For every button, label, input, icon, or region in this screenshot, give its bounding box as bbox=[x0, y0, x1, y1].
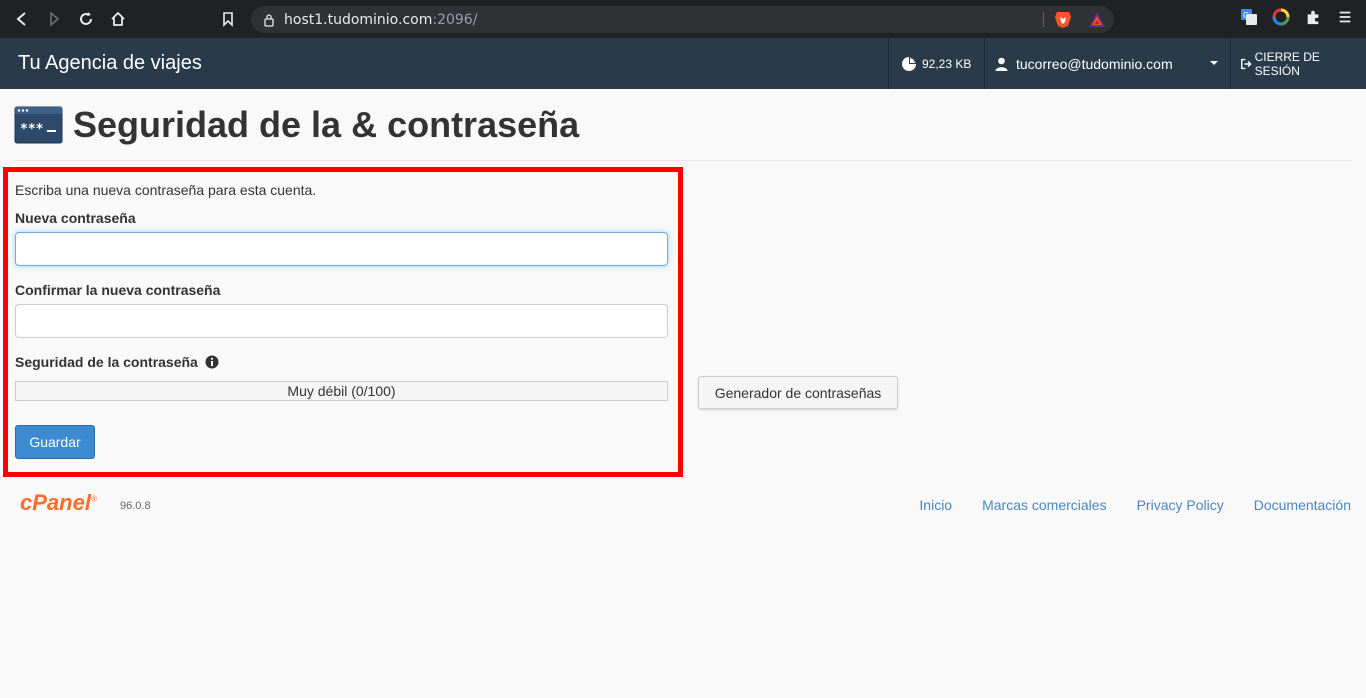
page-header: *** Seguridad de la & contraseña bbox=[14, 104, 579, 146]
password-strength-label: Seguridad de la contraseña bbox=[15, 354, 198, 370]
disk-usage-indicator[interactable]: 92,23 KB bbox=[888, 38, 984, 89]
disk-usage-value: 92,23 KB bbox=[922, 56, 972, 71]
password-generator-button[interactable]: Generador de contraseñas bbox=[698, 376, 898, 409]
confirm-password-input[interactable] bbox=[15, 304, 668, 338]
brave-rewards-icon[interactable] bbox=[1088, 11, 1106, 28]
version-number: 96.0.8 bbox=[120, 500, 151, 512]
reload-icon[interactable] bbox=[70, 0, 102, 38]
logout-button[interactable]: CIERRE DE SESIÓN bbox=[1230, 38, 1366, 89]
cpanel-logo[interactable]: cPanel® bbox=[20, 490, 97, 516]
password-icon: *** bbox=[14, 106, 63, 144]
user-icon bbox=[995, 57, 1008, 71]
cpanel-topbar: Tu Agencia de viajes 92,23 KB tucorreo@t… bbox=[0, 38, 1366, 89]
color-picker-icon[interactable] bbox=[1272, 8, 1290, 26]
footer-link-privacy-policy[interactable]: Privacy Policy bbox=[1137, 497, 1224, 513]
logout-label: CIERRE DE SESIÓN bbox=[1254, 49, 1320, 78]
password-strength-meter: Muy débil (0/100) bbox=[15, 381, 668, 401]
info-icon[interactable] bbox=[205, 355, 219, 369]
browser-toolbar: host1.tudominio.com:2096/ G bbox=[0, 0, 1366, 38]
url-port: :2096/ bbox=[432, 11, 478, 28]
password-strength-heading: Seguridad de la contraseña bbox=[15, 354, 219, 370]
confirm-password-label: Confirmar la nueva contraseña bbox=[15, 282, 221, 298]
svg-text:***: *** bbox=[20, 122, 44, 137]
url-divider bbox=[1043, 12, 1044, 27]
cpanel-logo-text: cPanel bbox=[20, 490, 91, 515]
url-host: host1.tudominio.com bbox=[284, 11, 433, 28]
address-bar[interactable]: host1.tudominio.com:2096/ bbox=[251, 6, 1114, 33]
extensions-icon[interactable] bbox=[1304, 8, 1322, 26]
user-menu[interactable]: tucorreo@tudominio.com bbox=[984, 38, 1230, 89]
new-password-label: Nueva contraseña bbox=[15, 210, 136, 226]
pie-chart-icon bbox=[902, 56, 916, 71]
user-email: tucorreo@tudominio.com bbox=[1016, 55, 1173, 72]
bookmark-icon[interactable] bbox=[212, 0, 244, 38]
brave-shield-icon[interactable] bbox=[1054, 10, 1072, 29]
chevron-down-icon bbox=[1210, 61, 1218, 65]
page-title: Seguridad de la & contraseña bbox=[73, 104, 580, 145]
footer-link-inicio[interactable]: Inicio bbox=[919, 497, 952, 513]
password-strength-text: Muy débil (0/100) bbox=[287, 383, 396, 399]
back-icon[interactable] bbox=[6, 0, 38, 38]
form-intro-text: Escriba una nueva contraseña para esta c… bbox=[15, 182, 317, 198]
new-password-input[interactable] bbox=[15, 232, 668, 266]
forward-icon[interactable] bbox=[38, 0, 70, 38]
brand-title[interactable]: Tu Agencia de viajes bbox=[18, 52, 202, 75]
save-button[interactable]: Guardar bbox=[15, 425, 95, 459]
footer-links: Inicio Marcas comerciales Privacy Policy… bbox=[919, 497, 1351, 513]
header-divider bbox=[14, 160, 1352, 161]
menu-icon[interactable] bbox=[1336, 8, 1354, 26]
footer-link-trademarks[interactable]: Marcas comerciales bbox=[982, 497, 1106, 513]
lock-icon bbox=[264, 13, 274, 27]
svg-text:G: G bbox=[1243, 11, 1249, 20]
logout-icon bbox=[1241, 58, 1252, 69]
footer-link-documentation[interactable]: Documentación bbox=[1254, 497, 1351, 513]
home-icon[interactable] bbox=[102, 0, 134, 38]
translate-icon[interactable]: G bbox=[1240, 8, 1258, 26]
